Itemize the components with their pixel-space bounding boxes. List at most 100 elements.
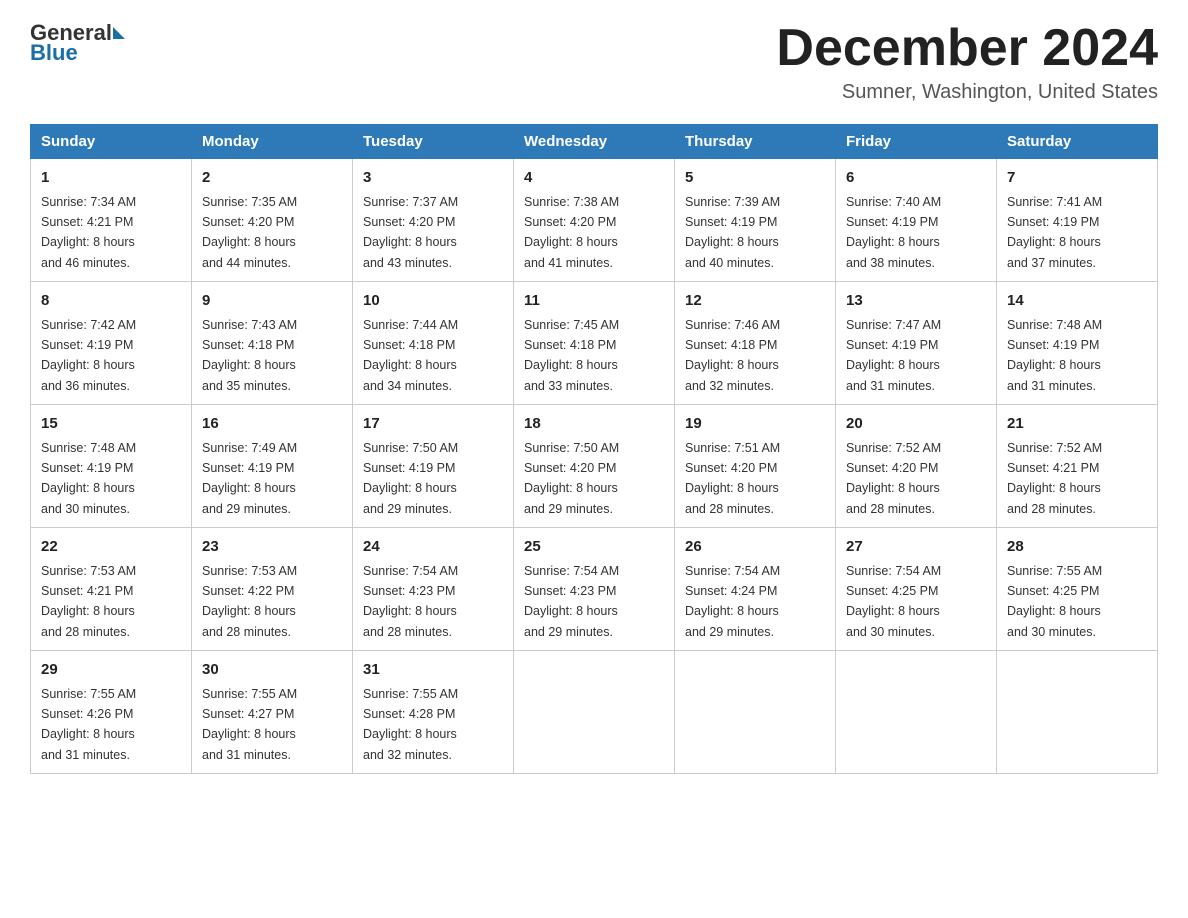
week-row-1: 1 Sunrise: 7:34 AMSunset: 4:21 PMDaylight… <box>31 159 1158 282</box>
week-row-2: 8 Sunrise: 7:42 AMSunset: 4:19 PMDaylight… <box>31 282 1158 405</box>
day-info: Sunrise: 7:52 AMSunset: 4:20 PMDaylight:… <box>846 441 941 516</box>
header-sunday: Sunday <box>31 125 192 159</box>
day-info: Sunrise: 7:38 AMSunset: 4:20 PMDaylight:… <box>524 195 619 270</box>
header-friday: Friday <box>836 125 997 159</box>
calendar-cell: 4 Sunrise: 7:38 AMSunset: 4:20 PMDaylight… <box>514 159 675 282</box>
calendar-cell: 20 Sunrise: 7:52 AMSunset: 4:20 PMDayligh… <box>836 405 997 528</box>
day-info: Sunrise: 7:55 AMSunset: 4:27 PMDaylight:… <box>202 687 297 762</box>
day-number: 7 <box>1007 167 1147 190</box>
day-info: Sunrise: 7:47 AMSunset: 4:19 PMDaylight:… <box>846 318 941 393</box>
day-number: 23 <box>202 536 342 559</box>
weekday-header-row: SundayMondayTuesdayWednesdayThursdayFrid… <box>31 125 1158 159</box>
calendar-cell: 31 Sunrise: 7:55 AMSunset: 4:28 PMDayligh… <box>353 651 514 774</box>
day-info: Sunrise: 7:42 AMSunset: 4:19 PMDaylight:… <box>41 318 136 393</box>
calendar-cell: 28 Sunrise: 7:55 AMSunset: 4:25 PMDayligh… <box>997 528 1158 651</box>
calendar-cell: 19Sunrise: 7:51 AMSunset: 4:20 PMDayligh… <box>675 405 836 528</box>
week-row-3: 15 Sunrise: 7:48 AMSunset: 4:19 PMDayligh… <box>31 405 1158 528</box>
day-number: 8 <box>41 290 181 313</box>
day-info: Sunrise: 7:54 AMSunset: 4:25 PMDaylight:… <box>846 564 941 639</box>
calendar-cell <box>675 651 836 774</box>
day-number: 9 <box>202 290 342 313</box>
day-info: Sunrise: 7:52 AMSunset: 4:21 PMDaylight:… <box>1007 441 1102 516</box>
calendar-cell: 5Sunrise: 7:39 AMSunset: 4:19 PMDaylight… <box>675 159 836 282</box>
calendar-cell: 8 Sunrise: 7:42 AMSunset: 4:19 PMDaylight… <box>31 282 192 405</box>
day-number: 20 <box>846 413 986 436</box>
day-number: 25 <box>524 536 664 559</box>
day-info: Sunrise: 7:55 AMSunset: 4:28 PMDaylight:… <box>363 687 458 762</box>
logo-blue-text: Blue <box>30 40 78 65</box>
calendar-cell: 15 Sunrise: 7:48 AMSunset: 4:19 PMDayligh… <box>31 405 192 528</box>
calendar-cell: 12Sunrise: 7:46 AMSunset: 4:18 PMDayligh… <box>675 282 836 405</box>
day-number: 10 <box>363 290 503 313</box>
day-number: 16 <box>202 413 342 436</box>
location-subtitle: Sumner, Washington, United States <box>776 81 1158 104</box>
day-info: Sunrise: 7:48 AMSunset: 4:19 PMDaylight:… <box>1007 318 1102 393</box>
header-thursday: Thursday <box>675 125 836 159</box>
day-info: Sunrise: 7:53 AMSunset: 4:22 PMDaylight:… <box>202 564 297 639</box>
day-info: Sunrise: 7:44 AMSunset: 4:18 PMDaylight:… <box>363 318 458 393</box>
calendar-cell: 10 Sunrise: 7:44 AMSunset: 4:18 PMDayligh… <box>353 282 514 405</box>
day-number: 27 <box>846 536 986 559</box>
logo: General Blue <box>30 20 126 66</box>
calendar-cell: 7Sunrise: 7:41 AMSunset: 4:19 PMDaylight… <box>997 159 1158 282</box>
day-number: 21 <box>1007 413 1147 436</box>
day-info: Sunrise: 7:55 AMSunset: 4:26 PMDaylight:… <box>41 687 136 762</box>
day-info: Sunrise: 7:49 AMSunset: 4:19 PMDaylight:… <box>202 441 297 516</box>
day-info: Sunrise: 7:34 AMSunset: 4:21 PMDaylight:… <box>41 195 136 270</box>
day-info: Sunrise: 7:35 AMSunset: 4:20 PMDaylight:… <box>202 195 297 270</box>
day-number: 2 <box>202 167 342 190</box>
calendar-cell: 27 Sunrise: 7:54 AMSunset: 4:25 PMDayligh… <box>836 528 997 651</box>
day-info: Sunrise: 7:40 AMSunset: 4:19 PMDaylight:… <box>846 195 941 270</box>
calendar-cell: 14Sunrise: 7:48 AMSunset: 4:19 PMDayligh… <box>997 282 1158 405</box>
day-info: Sunrise: 7:53 AMSunset: 4:21 PMDaylight:… <box>41 564 136 639</box>
calendar-cell: 25Sunrise: 7:54 AMSunset: 4:23 PMDayligh… <box>514 528 675 651</box>
day-number: 6 <box>846 167 986 190</box>
calendar-cell <box>997 651 1158 774</box>
day-info: Sunrise: 7:48 AMSunset: 4:19 PMDaylight:… <box>41 441 136 516</box>
day-number: 18 <box>524 413 664 436</box>
day-number: 26 <box>685 536 825 559</box>
day-info: Sunrise: 7:54 AMSunset: 4:24 PMDaylight:… <box>685 564 780 639</box>
title-section: December 2024 Sumner, Washington, United… <box>776 20 1158 104</box>
calendar-cell: 22Sunrise: 7:53 AMSunset: 4:21 PMDayligh… <box>31 528 192 651</box>
day-info: Sunrise: 7:50 AMSunset: 4:20 PMDaylight:… <box>524 441 619 516</box>
day-number: 13 <box>846 290 986 313</box>
day-info: Sunrise: 7:54 AMSunset: 4:23 PMDaylight:… <box>363 564 458 639</box>
calendar-cell: 11Sunrise: 7:45 AMSunset: 4:18 PMDayligh… <box>514 282 675 405</box>
calendar-cell: 16 Sunrise: 7:49 AMSunset: 4:19 PMDayligh… <box>192 405 353 528</box>
day-info: Sunrise: 7:37 AMSunset: 4:20 PMDaylight:… <box>363 195 458 270</box>
day-number: 11 <box>524 290 664 313</box>
calendar-cell: 29 Sunrise: 7:55 AMSunset: 4:26 PMDayligh… <box>31 651 192 774</box>
calendar-cell <box>514 651 675 774</box>
day-info: Sunrise: 7:51 AMSunset: 4:20 PMDaylight:… <box>685 441 780 516</box>
day-number: 1 <box>41 167 181 190</box>
day-number: 3 <box>363 167 503 190</box>
calendar-cell: 13 Sunrise: 7:47 AMSunset: 4:19 PMDayligh… <box>836 282 997 405</box>
calendar-cell: 26 Sunrise: 7:54 AMSunset: 4:24 PMDayligh… <box>675 528 836 651</box>
day-number: 24 <box>363 536 503 559</box>
header-monday: Monday <box>192 125 353 159</box>
calendar-cell: 9 Sunrise: 7:43 AMSunset: 4:18 PMDaylight… <box>192 282 353 405</box>
day-info: Sunrise: 7:39 AMSunset: 4:19 PMDaylight:… <box>685 195 780 270</box>
calendar-table: SundayMondayTuesdayWednesdayThursdayFrid… <box>30 124 1158 774</box>
header-saturday: Saturday <box>997 125 1158 159</box>
calendar-cell: 2 Sunrise: 7:35 AMSunset: 4:20 PMDaylight… <box>192 159 353 282</box>
header-wednesday: Wednesday <box>514 125 675 159</box>
week-row-4: 22Sunrise: 7:53 AMSunset: 4:21 PMDayligh… <box>31 528 1158 651</box>
calendar-cell: 3 Sunrise: 7:37 AMSunset: 4:20 PMDaylight… <box>353 159 514 282</box>
day-info: Sunrise: 7:43 AMSunset: 4:18 PMDaylight:… <box>202 318 297 393</box>
calendar-cell: 24 Sunrise: 7:54 AMSunset: 4:23 PMDayligh… <box>353 528 514 651</box>
day-number: 17 <box>363 413 503 436</box>
day-number: 4 <box>524 167 664 190</box>
day-info: Sunrise: 7:55 AMSunset: 4:25 PMDaylight:… <box>1007 564 1102 639</box>
calendar-cell: 23 Sunrise: 7:53 AMSunset: 4:22 PMDayligh… <box>192 528 353 651</box>
month-title: December 2024 <box>776 20 1158 77</box>
day-number: 29 <box>41 659 181 682</box>
header-tuesday: Tuesday <box>353 125 514 159</box>
day-number: 30 <box>202 659 342 682</box>
calendar-cell: 17Sunrise: 7:50 AMSunset: 4:19 PMDayligh… <box>353 405 514 528</box>
day-number: 31 <box>363 659 503 682</box>
day-number: 15 <box>41 413 181 436</box>
week-row-5: 29 Sunrise: 7:55 AMSunset: 4:26 PMDayligh… <box>31 651 1158 774</box>
day-number: 28 <box>1007 536 1147 559</box>
